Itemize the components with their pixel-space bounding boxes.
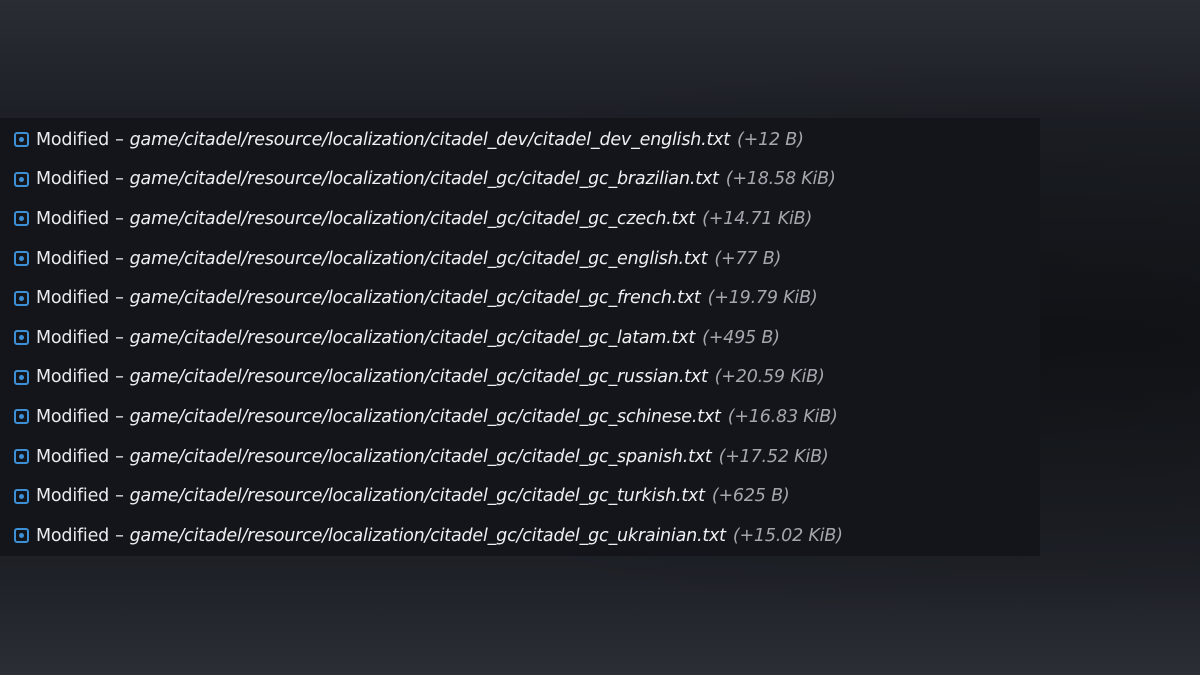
size-delta: (+77 B) [714,248,782,269]
change-status: Modified [36,327,110,348]
file-path: game/citadel/resource/localization/citad… [129,129,731,150]
separator: – [115,129,124,150]
change-status: Modified [36,446,110,467]
file-path: game/citadel/resource/localization/citad… [129,406,721,427]
size-delta: (+495 B) [702,327,780,348]
list-item[interactable]: Modified – game/citadel/resource/localiz… [0,437,1040,477]
modified-file-icon [14,132,29,148]
change-status: Modified [36,486,110,507]
size-delta: (+12 B) [736,129,804,150]
list-item[interactable]: Modified – game/citadel/resource/localiz… [0,358,1040,398]
separator: – [115,288,124,309]
modified-file-icon [14,409,29,425]
modified-file-icon [14,528,29,544]
modified-file-icon [14,330,29,346]
change-status: Modified [36,288,110,309]
modified-file-icon [14,369,29,385]
file-path: game/citadel/resource/localization/citad… [129,486,705,507]
size-delta: (+14.71 KiB) [702,208,813,229]
file-path: game/citadel/resource/localization/citad… [129,525,726,546]
separator: – [115,446,124,467]
list-item[interactable]: Modified – game/citadel/resource/localiz… [0,199,1040,239]
file-path: game/citadel/resource/localization/citad… [129,446,712,467]
modified-file-icon [14,290,29,306]
separator: – [115,248,124,269]
size-delta: (+17.52 KiB) [718,446,829,467]
modified-file-icon [14,171,29,187]
modified-file-icon [14,211,29,227]
separator: – [115,367,124,388]
modified-file-icon [14,488,29,504]
separator: – [115,406,124,427]
list-item[interactable]: Modified – game/citadel/resource/localiz… [0,476,1040,516]
change-status: Modified [36,208,110,229]
change-status: Modified [36,367,110,388]
change-status: Modified [36,406,110,427]
separator: – [115,327,124,348]
change-status: Modified [36,129,110,150]
size-delta: (+16.83 KiB) [727,406,838,427]
modified-file-icon [14,449,29,465]
list-item[interactable]: Modified – game/citadel/resource/localiz… [0,160,1040,200]
separator: – [115,169,124,190]
size-delta: (+18.58 KiB) [725,169,836,190]
list-item[interactable]: Modified – game/citadel/resource/localiz… [0,318,1040,358]
file-path: game/citadel/resource/localization/citad… [129,367,708,388]
modified-file-icon [14,251,29,267]
file-path: game/citadel/resource/localization/citad… [129,327,696,348]
size-delta: (+20.59 KiB) [714,367,825,388]
size-delta: (+15.02 KiB) [732,525,843,546]
change-status: Modified [36,248,110,269]
list-item[interactable]: Modified – game/citadel/resource/localiz… [0,239,1040,279]
file-path: game/citadel/resource/localization/citad… [129,208,696,229]
file-path: game/citadel/resource/localization/citad… [129,288,701,309]
size-delta: (+19.79 KiB) [707,288,818,309]
change-list: Modified – game/citadel/resource/localiz… [0,118,1040,556]
list-item[interactable]: Modified – game/citadel/resource/localiz… [0,397,1040,437]
separator: – [115,208,124,229]
list-item[interactable]: Modified – game/citadel/resource/localiz… [0,516,1040,556]
separator: – [115,525,124,546]
file-path: game/citadel/resource/localization/citad… [129,169,719,190]
list-item[interactable]: Modified – game/citadel/resource/localiz… [0,278,1040,318]
list-item[interactable]: Modified – game/citadel/resource/localiz… [0,120,1040,160]
separator: – [115,486,124,507]
change-status: Modified [36,525,110,546]
file-path: game/citadel/resource/localization/citad… [129,248,708,269]
change-status: Modified [36,169,110,190]
size-delta: (+625 B) [711,486,790,507]
